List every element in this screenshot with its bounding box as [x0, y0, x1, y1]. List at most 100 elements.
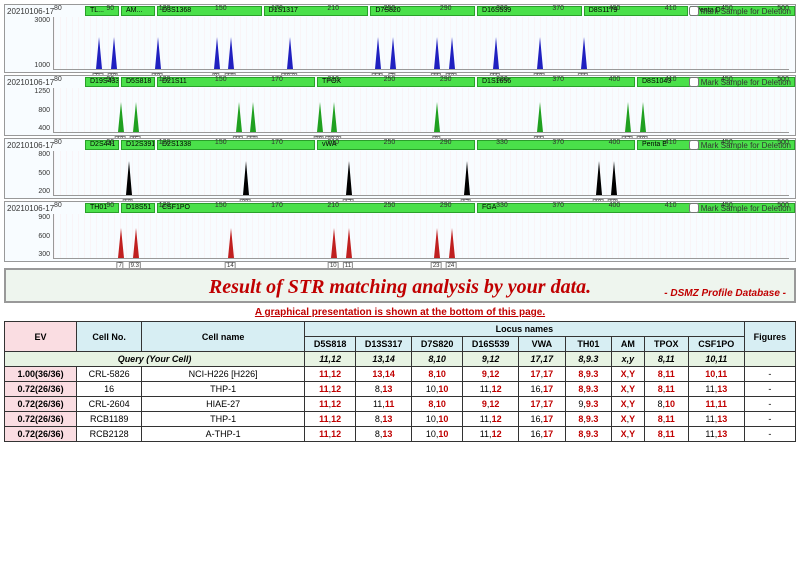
y-axis-labels: 1250800400: [14, 88, 50, 132]
figures-cell: -: [744, 427, 795, 442]
database-label: - DSMZ Profile Database -: [664, 288, 786, 299]
allele-cell: 9,9.3: [565, 397, 612, 412]
allele-cell: 8,13: [356, 382, 412, 397]
figures-cell: -: [744, 397, 795, 412]
ev-cell: 0.72(26/36): [5, 427, 77, 442]
allele-cell: X,Y: [612, 412, 645, 427]
header-ev: EV: [5, 322, 77, 352]
ev-cell: 1.00(36/36): [5, 367, 77, 382]
table-header: EV Cell No. Cell name Locus names Figure…: [5, 322, 796, 352]
allele-cell: 11,12: [305, 382, 356, 397]
allele-cell: 11,12: [305, 397, 356, 412]
cell-name-cell: THP-1: [142, 382, 305, 397]
electropherogram-panel: 20210106-17Mark Sample for DeletionTH01D…: [4, 201, 796, 262]
y-axis-labels: 30001000: [14, 17, 50, 69]
header-locus: D16S539: [463, 337, 519, 352]
header-locus: D5S818: [305, 337, 356, 352]
query-value-cell: 10,11: [688, 352, 744, 367]
allele-cell: 17,17: [519, 397, 566, 412]
allele-cell: 13,14: [356, 367, 412, 382]
allele-cell: 8,11: [644, 427, 688, 442]
figures-cell: -: [744, 382, 795, 397]
allele-cell: 8,9.3: [565, 367, 612, 382]
allele-cell: 11,12: [463, 412, 519, 427]
panel-id: 20210106-17: [7, 204, 54, 213]
cell-no-cell: RCB1189: [77, 412, 142, 427]
cell-name-cell: THP-1: [142, 412, 305, 427]
allele-cell: X,Y: [612, 382, 645, 397]
header-locus: D7S820: [412, 337, 463, 352]
panel-id: 20210106-17: [7, 78, 54, 87]
figures-cell: -: [744, 412, 795, 427]
electropherogram-panel: 20210106-17Mark Sample for DeletionTL...…: [4, 4, 796, 73]
query-value-cell: 13,14: [356, 352, 412, 367]
allele-cell: 11,13: [688, 382, 744, 397]
query-value-cell: x,y: [612, 352, 645, 367]
table-row: 0.72(26/36)RCB1189THP-1 11,12 8,1310,10 11,…: [5, 412, 796, 427]
subtitle-link[interactable]: A graphical presentation is shown at the…: [4, 307, 796, 318]
allele-cell: 10,10: [412, 382, 463, 397]
header-locus: AM: [612, 337, 645, 352]
x-axis-labels: 8090120150170210250290330370400410450500: [54, 5, 789, 15]
allele-cell: 11,12: [463, 427, 519, 442]
query-figures-cell: [744, 352, 795, 367]
allele-cell: 8,10: [412, 397, 463, 412]
plot-area: 8005002008090120150170210250290330370400…: [53, 151, 789, 196]
allele-cell: 16,17: [519, 412, 566, 427]
allele-cell: 8,9.3: [565, 427, 612, 442]
header-locus: CSF1PO: [688, 337, 744, 352]
allele-cell: 8,11: [644, 412, 688, 427]
header-locus: VWA: [519, 337, 566, 352]
query-value-cell: 8,10: [412, 352, 463, 367]
allele-cell: X,Y: [612, 367, 645, 382]
plot-area: 1250800400809012015017021025029033037040…: [53, 88, 789, 133]
panel-id: 20210106-17: [7, 141, 54, 150]
allele-cell: 9,12: [463, 397, 519, 412]
allele-cell: 16,17: [519, 382, 566, 397]
header-locus: TH01: [565, 337, 612, 352]
allele-cell: 16,17: [519, 427, 566, 442]
query-label-cell: Query (Your Cell): [5, 352, 305, 367]
header-cell-no: Cell No.: [77, 322, 142, 352]
header-cell-name: Cell name: [142, 322, 305, 352]
allele-cell: 17,17: [519, 367, 566, 382]
plot-area: 9006003008090120150170210250290330370400…: [53, 214, 789, 259]
x-axis-labels: 8090120150170210250290330370400410450500: [54, 202, 789, 212]
ev-cell: 0.72(26/36): [5, 397, 77, 412]
cell-no-cell: RCB2128: [77, 427, 142, 442]
allele-cell: 11,12: [305, 367, 356, 382]
header-locus-group: Locus names: [305, 322, 745, 337]
result-title-box: Result of STR matching analysis by your …: [4, 268, 796, 303]
y-axis-labels: 800500200: [14, 151, 50, 195]
query-value-cell: 9,12: [463, 352, 519, 367]
allele-cell: 10,10: [412, 427, 463, 442]
allele-cell: 8,13: [356, 412, 412, 427]
header-locus: TPOX: [644, 337, 688, 352]
query-value-cell: 8,9.3: [565, 352, 612, 367]
query-row: Query (Your Cell)11,1213,148,109,1217,17…: [5, 352, 796, 367]
allele-cell: 11,11: [688, 397, 744, 412]
allele-cell: 11,12: [305, 427, 356, 442]
allele-cell: 10,10: [412, 412, 463, 427]
cell-no-cell: CRL-2604: [77, 397, 142, 412]
allele-cell: 11,12: [463, 382, 519, 397]
allele-cell: 8,9.3: [565, 412, 612, 427]
query-value-cell: 17,17: [519, 352, 566, 367]
allele-cell: 8,10: [412, 367, 463, 382]
cell-name-cell: HIAE-27: [142, 397, 305, 412]
table-row: 0.72(26/36)RCB2128A-THP-111,128,1310,101…: [5, 427, 796, 442]
electropherogram-panel: 20210106-17Mark Sample for DeletionD2S44…: [4, 138, 796, 199]
allele-cell: X,Y: [612, 397, 645, 412]
allele-cell: 8,9.3: [565, 382, 612, 397]
y-axis-labels: 900600300: [14, 214, 50, 258]
cell-no-cell: CRL-5826: [77, 367, 142, 382]
ev-cell: 0.72(26/36): [5, 412, 77, 427]
allele-cell: 11,13: [688, 412, 744, 427]
allele-cell: 8,11: [644, 382, 688, 397]
allele-cell: X,Y: [612, 427, 645, 442]
allele-cell: 8,13: [356, 427, 412, 442]
cell-name-cell: A-THP-1: [142, 427, 305, 442]
allele-cell: 10,11: [688, 367, 744, 382]
panel-id: 20210106-17: [7, 7, 54, 16]
x-axis-labels: 8090120150170210250290330370400410450500: [54, 139, 789, 149]
